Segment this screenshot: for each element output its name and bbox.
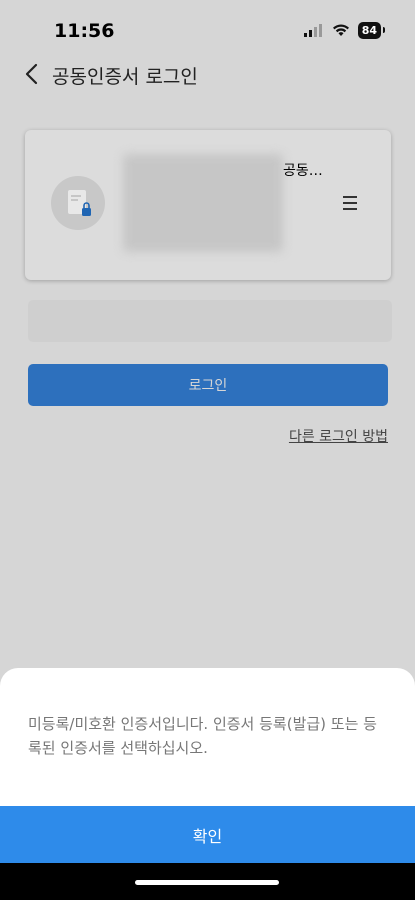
alert-message: 미등록/미호환 인증서입니다. 인증서 등록(발급) 또는 등록된 인증서를 선… — [28, 715, 377, 757]
home-indicator-area — [0, 863, 415, 900]
confirm-button[interactable]: 확인 — [0, 806, 415, 863]
page-title: 공동인증서 로그인 — [52, 66, 198, 88]
other-login-link[interactable]: 다른 로그인 방법 — [289, 426, 388, 446]
wifi-icon — [332, 24, 349, 36]
certificate-name: 공동… — [283, 163, 323, 179]
alert-bottom-sheet: 미등록/미호환 인증서입니다. 인증서 등록(발급) 또는 등록된 인증서를 선… — [0, 668, 415, 900]
login-button[interactable]: 로그인 — [28, 364, 388, 406]
home-indicator[interactable] — [135, 880, 279, 885]
certificate-lock-icon — [68, 190, 91, 216]
back-chevron-icon[interactable] — [22, 62, 44, 86]
status-icons: 84 — [303, 22, 386, 39]
certificate-icon — [51, 176, 105, 230]
status-time: 11:56 — [54, 20, 115, 42]
battery-indicator: 84 — [357, 22, 386, 39]
signal-icon — [303, 24, 322, 37]
menu-icon[interactable] — [343, 196, 357, 210]
password-input[interactable] — [28, 300, 392, 342]
certificate-info-blurred — [123, 154, 283, 252]
header: 공동인증서 로그인 — [0, 52, 415, 96]
certificate-card[interactable]: 공동… — [25, 130, 391, 280]
